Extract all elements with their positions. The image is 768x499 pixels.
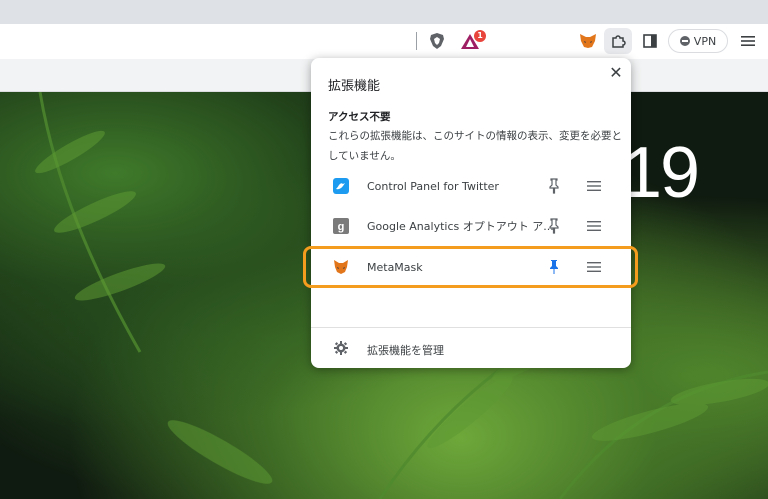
extensions-button[interactable] — [604, 28, 632, 54]
address-bar-separator — [416, 32, 417, 50]
address-bar[interactable] — [0, 28, 488, 54]
extension-row-control-panel-twitter[interactable]: Control Panel for Twitter — [311, 166, 631, 206]
metamask-toolbar-button[interactable] — [574, 28, 602, 54]
manage-extensions-row[interactable]: 拡張機能を管理 — [311, 334, 631, 364]
rewards-badge: 1 — [474, 30, 486, 42]
section-heading: アクセス不要 — [328, 111, 391, 123]
metamask-highlight-frame — [303, 246, 638, 288]
extension-row-google-analytics-optout[interactable]: g Google Analytics オプトアウト ア... — [311, 206, 631, 246]
more-options-icon[interactable] — [587, 218, 601, 234]
close-icon[interactable]: ✕ — [607, 64, 625, 82]
gear-icon — [334, 341, 348, 355]
page-large-number: 19 — [622, 133, 700, 213]
extensions-popup: 拡張機能 ✕ アクセス不要 これらの拡張機能は、このサイトの情報の表示、変更を必… — [311, 58, 631, 368]
vpn-label: VPN — [693, 34, 717, 48]
manage-extensions-label: 拡張機能を管理 — [367, 344, 444, 357]
extension-name: Control Panel for Twitter — [367, 179, 499, 193]
brave-shields-icon[interactable] — [428, 32, 446, 50]
extension-name: Google Analytics オプトアウト ア... — [367, 220, 554, 233]
puzzle-icon — [612, 35, 626, 48]
sidebar-icon — [643, 34, 657, 48]
section-description: これらの拡張機能は、このサイトの情報の表示、変更を必要としていません。 — [328, 130, 622, 162]
twitter-bird-icon — [333, 178, 349, 194]
popup-title: 拡張機能 — [328, 79, 381, 94]
popup-divider — [311, 327, 631, 328]
more-options-icon[interactable] — [587, 178, 601, 194]
metamask-fox-icon — [580, 34, 596, 48]
pin-icon[interactable] — [547, 178, 561, 194]
main-menu-button[interactable] — [734, 28, 762, 54]
vpn-button[interactable]: VPN — [668, 29, 728, 53]
google-analytics-icon: g — [333, 218, 349, 234]
svg-text:g: g — [338, 221, 345, 233]
pin-icon[interactable] — [547, 218, 561, 234]
hamburger-menu-icon — [741, 36, 755, 46]
sidebar-button[interactable] — [636, 28, 664, 54]
tab-strip — [0, 0, 768, 24]
vpn-status-icon — [679, 36, 690, 46]
